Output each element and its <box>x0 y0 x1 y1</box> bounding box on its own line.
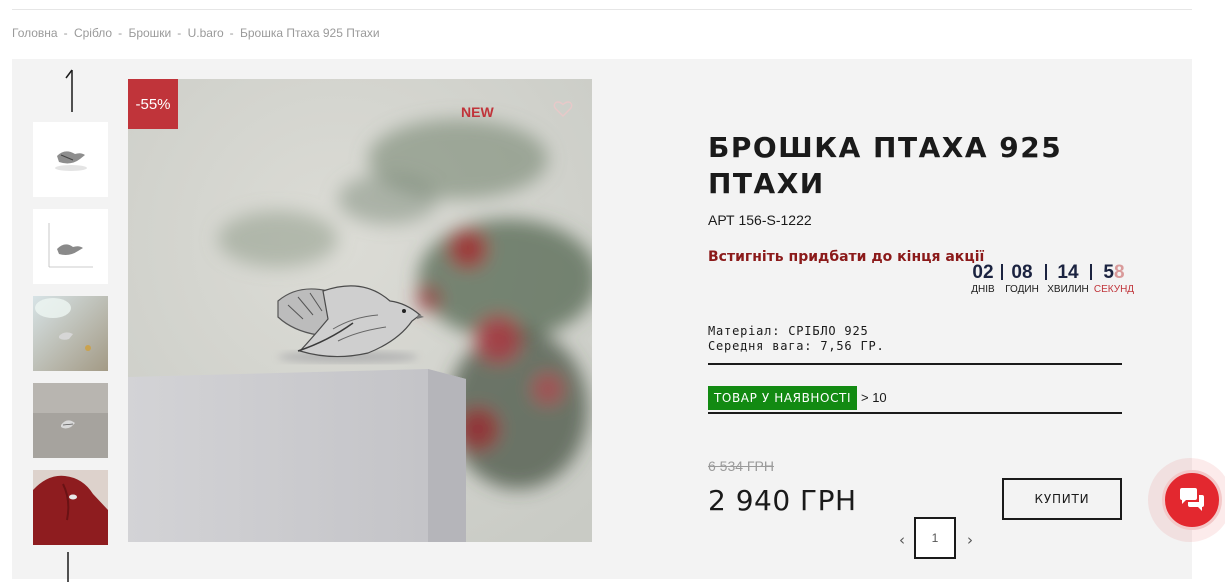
breadcrumb-brooches[interactable]: Брошки <box>128 26 171 40</box>
current-price: 2 940 ГРН <box>708 484 857 517</box>
countdown-separator <box>1090 264 1092 280</box>
countdown-minutes-label: ХВИЛИН <box>1047 284 1089 295</box>
countdown-seconds: 58 СЕКУНД <box>1093 263 1135 299</box>
product-specs: Матеріал: СРІБЛО 925 Середня вага: 7,56 … <box>708 324 885 354</box>
buy-button[interactable]: КУПИТИ <box>1002 478 1122 520</box>
chat-bubbles-icon <box>1180 488 1204 511</box>
thumbnail-1[interactable] <box>33 122 108 197</box>
thumbnail-3[interactable] <box>33 296 108 371</box>
quantity-input[interactable] <box>914 517 956 559</box>
countdown-hours: 08 ГОДИН <box>1004 263 1040 299</box>
discount-badge: -55% <box>128 79 178 129</box>
thumbnail-5[interactable] <box>33 470 108 545</box>
countdown-minutes: 14 ХВИЛИН <box>1045 263 1091 299</box>
countdown-days-value: 02 <box>972 262 994 283</box>
breadcrumb-current: Брошка Птаха 925 Птахи <box>239 26 380 40</box>
stock-badge: ТОВАР У НАЯВНОСТІ <box>708 386 858 410</box>
heart-icon[interactable] <box>553 100 573 118</box>
product-sku: АРТ 156-S-1222 <box>708 212 812 228</box>
quantity-increase-icon[interactable]: › <box>967 531 973 549</box>
stock-divider <box>708 412 1122 414</box>
product-title: БРОШКА ПТАХА 925 ПТАХИ <box>708 131 1063 200</box>
new-badge: NEW <box>461 104 494 120</box>
breadcrumb: Головна - Срібло - Брошки - U.baro - Брошка … <box>12 26 380 40</box>
material-text: Матеріал: СРІБЛО 925 <box>708 324 869 338</box>
countdown-separator <box>1001 264 1003 280</box>
countdown-minutes-value: 14 <box>1057 262 1079 283</box>
thumbnail-4[interactable] <box>33 383 108 458</box>
thumbnails-prev-arrow-icon[interactable] <box>60 68 84 114</box>
stock-count: > 10 <box>861 390 887 405</box>
chat-button[interactable] <box>1162 470 1222 530</box>
countdown-seconds-label: СЕКУНД <box>1093 284 1135 295</box>
countdown-hours-value: 08 <box>1011 262 1033 283</box>
countdown-days-label: ДНІВ <box>971 284 995 295</box>
countdown-seconds-value: 58 <box>1103 262 1125 283</box>
product-main-image[interactable] <box>128 79 592 542</box>
breadcrumb-home[interactable]: Головна <box>12 26 58 40</box>
top-divider <box>12 9 1192 10</box>
thumbnails-next-arrow-icon[interactable] <box>60 552 84 582</box>
specs-divider <box>708 363 1122 365</box>
quantity-decrease-icon[interactable]: ‹ <box>899 531 905 549</box>
thumbnail-2[interactable] <box>33 209 108 284</box>
promo-text: Встигніть придбати до кінця акції <box>708 249 985 265</box>
breadcrumb-brand[interactable]: U.baro <box>188 26 224 40</box>
countdown-hours-label: ГОДИН <box>1005 284 1039 295</box>
countdown-days: 02 ДНІВ <box>967 263 999 299</box>
breadcrumb-silver[interactable]: Срібло <box>74 26 112 40</box>
old-price: 6 534 ГРН <box>708 458 774 474</box>
weight-text: Середня вага: 7,56 ГР. <box>708 339 885 353</box>
